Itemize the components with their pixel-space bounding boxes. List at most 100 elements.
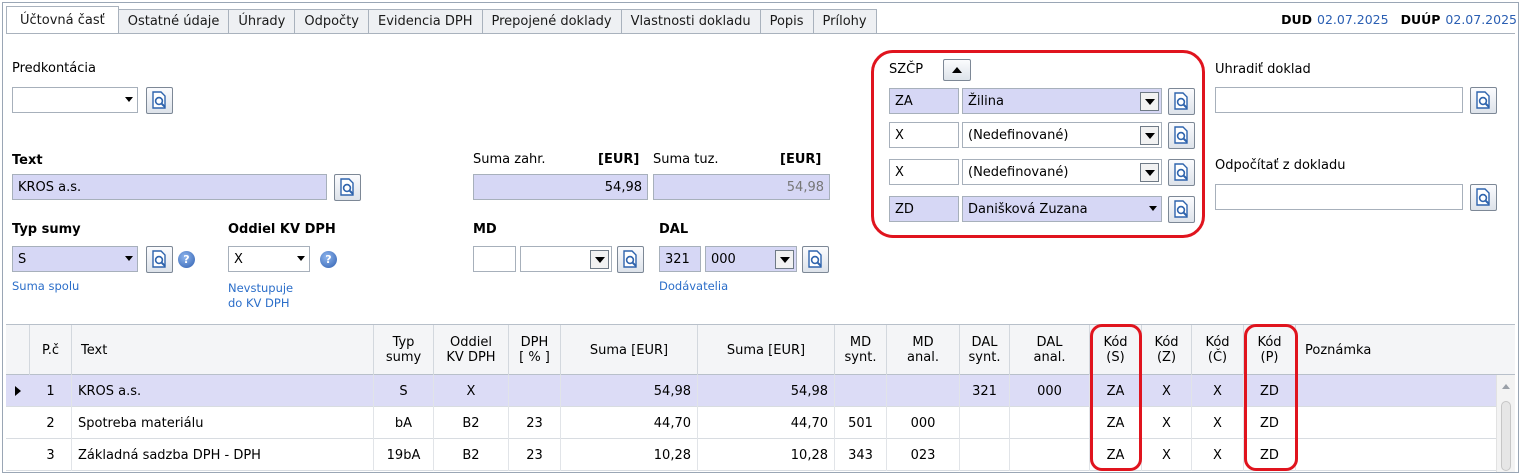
header-text[interactable]: Text: [72, 325, 374, 375]
cell-md-synt: 501: [835, 407, 887, 439]
header-kod-p[interactable]: Kód (P): [1244, 325, 1296, 375]
grid-vertical-scrollbar[interactable]: [1496, 375, 1515, 472]
oddiel-kv-label: Oddiel KV DPH: [228, 222, 336, 237]
szcp-lookup-button[interactable]: [1168, 122, 1195, 149]
header-md-synt[interactable]: MD synt.: [835, 325, 887, 375]
szcp-name-select[interactable]: Žilina: [962, 88, 1162, 114]
chevron-down-icon: [297, 256, 305, 261]
header-suma-zahr[interactable]: Suma [EUR]: [561, 325, 698, 375]
dal-synt-input[interactable]: 321: [659, 246, 701, 272]
scroll-thumb[interactable]: [1501, 401, 1511, 471]
tab-odpocty[interactable]: Odpočty: [295, 9, 369, 34]
tab-bar: Účtovná časť Ostatné údaje Úhrady Odpočt…: [6, 6, 877, 34]
cell-kod-p: ZD: [1244, 407, 1296, 439]
dal-label: DAL: [659, 222, 689, 237]
header-md-anal[interactable]: MD anal.: [887, 325, 960, 375]
header-oddiel-kv[interactable]: Oddiel KV DPH: [434, 325, 509, 375]
oddiel-kv-select[interactable]: X: [228, 246, 310, 272]
duup-label: DUÚP: [1400, 12, 1441, 27]
dropdown-arrow-icon[interactable]: [775, 250, 794, 269]
dropdown-arrow-icon[interactable]: [1140, 163, 1159, 182]
cell-suma-zahr: 10,28: [561, 439, 698, 471]
suma-tuz-input[interactable]: 54,98: [653, 174, 830, 200]
header-dal-anal[interactable]: DAL anal.: [1010, 325, 1090, 375]
cell-poznamka: [1296, 439, 1496, 471]
szcp-lookup-button[interactable]: [1168, 159, 1195, 186]
szcp-code-input[interactable]: ZD: [889, 196, 959, 222]
header-pc[interactable]: P.č: [30, 325, 72, 375]
cell-typ-sumy: bA: [374, 407, 434, 439]
szcp-code-input[interactable]: X: [889, 159, 959, 185]
szcp-name-select[interactable]: (Nedefinované): [962, 122, 1162, 148]
szcp-lookup-button[interactable]: [1168, 88, 1195, 115]
md-lookup-button[interactable]: [617, 246, 644, 273]
dropdown-arrow-icon[interactable]: [1140, 126, 1159, 145]
oddiel-kv-hint-2: do KV DPH: [228, 296, 290, 310]
odpocitat-input[interactable]: [1215, 184, 1463, 210]
dud-value: 02.07.2025: [1317, 12, 1389, 27]
table-row[interactable]: 2 Spotreba materiálu bA B2 23 44,70 44,7…: [6, 407, 1496, 439]
header-dph[interactable]: DPH [ % ]: [509, 325, 561, 375]
tab-prepojene-doklady[interactable]: Prepojené doklady: [482, 9, 622, 34]
typ-sumy-lookup-button[interactable]: [146, 246, 173, 273]
search-document-icon: [152, 91, 166, 109]
szcp-lookup-button[interactable]: [1168, 196, 1195, 223]
search-document-icon: [808, 250, 822, 268]
tab-vlastnosti-dokladu[interactable]: Vlastnosti dokladu: [621, 9, 761, 34]
tab-evidencia-dph[interactable]: Evidencia DPH: [369, 9, 483, 34]
szcp-name-select[interactable]: Danišková Zuzana: [962, 196, 1162, 222]
header-typ-sumy[interactable]: Typ sumy: [374, 325, 434, 375]
tab-uctovna-cast[interactable]: Účtovná časť: [6, 6, 119, 34]
cell-text: Základná sadzba DPH - DPH: [72, 439, 374, 471]
tab-prilohy[interactable]: Prílohy: [813, 9, 877, 34]
header-dal-synt[interactable]: DAL synt.: [960, 325, 1010, 375]
table-row[interactable]: 3 Základná sadzba DPH - DPH 19bA B2 23 1…: [6, 439, 1496, 471]
md-anal-select[interactable]: [520, 246, 612, 272]
search-document-icon: [1174, 200, 1188, 218]
szcp-code-input[interactable]: X: [889, 122, 959, 148]
scroll-up-icon[interactable]: [1502, 384, 1510, 389]
dropdown-arrow-icon[interactable]: [1140, 92, 1159, 111]
odpocitat-lookup-button[interactable]: [1470, 184, 1497, 211]
cell-dph: 23: [509, 439, 561, 471]
tab-popis[interactable]: Popis: [760, 9, 814, 34]
suma-tuz-label: Suma tuz.: [653, 152, 719, 167]
header-kod-s[interactable]: Kód (S): [1090, 325, 1142, 375]
cell-pc: 3: [30, 439, 72, 471]
search-document-icon: [1174, 126, 1188, 144]
tab-ostatne-udaje[interactable]: Ostatné údaje: [118, 9, 230, 34]
uhradit-lookup-button[interactable]: [1470, 87, 1497, 114]
dal-lookup-button[interactable]: [802, 246, 829, 273]
table-row[interactable]: 1 KROS a.s. S X 54,98 54,98 321 000 ZA X…: [6, 375, 1496, 407]
dropdown-arrow-icon[interactable]: [590, 250, 609, 269]
uhradit-input[interactable]: [1215, 87, 1463, 113]
md-synt-input[interactable]: [473, 246, 516, 272]
suma-zahr-input[interactable]: 54,98: [473, 174, 648, 200]
szcp-collapse-button[interactable]: [943, 59, 971, 81]
help-icon[interactable]: ?: [320, 251, 337, 268]
text-input[interactable]: KROS a.s.: [12, 174, 327, 200]
header-suma-tuz[interactable]: Suma [EUR]: [698, 325, 835, 375]
cell-kod-c: X: [1192, 375, 1244, 407]
header-kod-c[interactable]: Kód (Č): [1192, 325, 1244, 375]
document-dates: DUD 02.07.2025 DUÚP 02.07.2025: [1281, 12, 1517, 27]
szcp-code-input[interactable]: ZA: [889, 88, 959, 114]
text-lookup-button[interactable]: [334, 174, 361, 201]
oddiel-kv-hint-1: Nevstupuje: [228, 281, 294, 295]
typ-sumy-select[interactable]: S: [12, 246, 138, 272]
cell-dph: 23: [509, 407, 561, 439]
tab-uhrady[interactable]: Úhrady: [229, 9, 296, 34]
cell-oddiel-kv: B2: [434, 407, 509, 439]
szcp-label: SZČP: [889, 62, 924, 77]
cell-kod-s: ZA: [1090, 439, 1142, 471]
predkontacia-select[interactable]: [12, 87, 138, 113]
cell-poznamka: [1296, 375, 1496, 407]
header-poznamka[interactable]: Poznámka: [1296, 325, 1515, 375]
szcp-name-select[interactable]: (Nedefinované): [962, 159, 1162, 185]
entries-grid: P.č Text Typ sumy Oddiel KV DPH DPH [ % …: [6, 324, 1515, 472]
cell-dph: [509, 375, 561, 407]
predkontacia-lookup-button[interactable]: [146, 87, 173, 114]
help-icon[interactable]: ?: [178, 251, 195, 268]
dal-anal-select[interactable]: 000: [705, 246, 797, 272]
header-kod-z[interactable]: Kód (Z): [1142, 325, 1192, 375]
